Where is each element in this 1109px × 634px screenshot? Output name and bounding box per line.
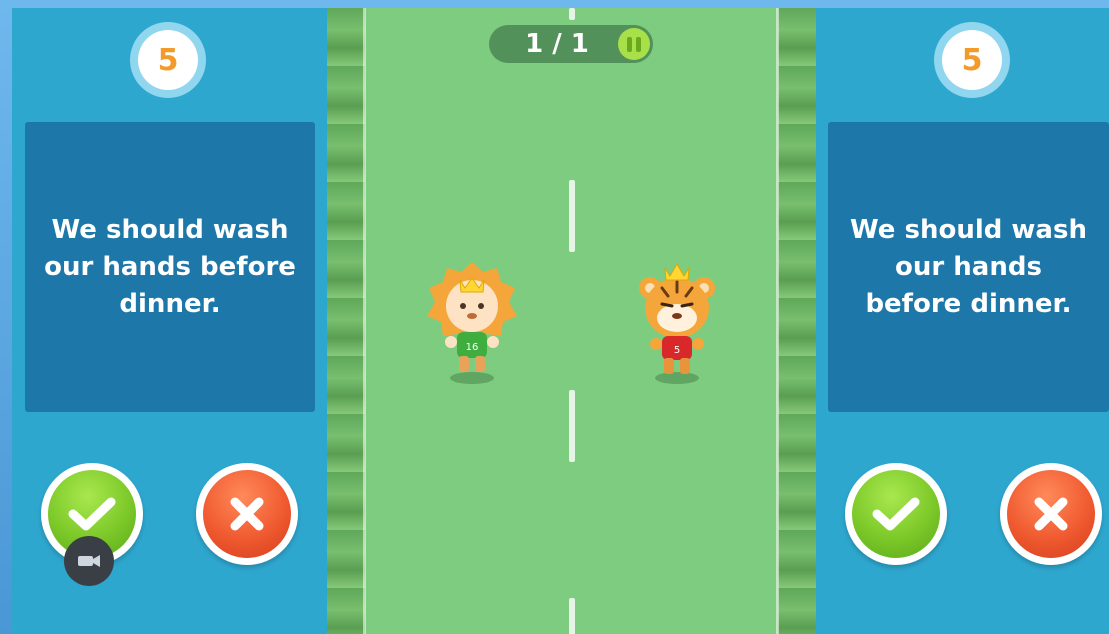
camera-icon [78,555,100,567]
left-player-panel: 5 We should wash our hands before dinner… [12,8,327,634]
right-bushes [778,8,816,634]
left-score-badge: 5 [130,22,206,98]
tiger-player: 5 [639,263,715,384]
right-player-panel: 5 We should wash our hands before dinner… [816,8,1109,634]
check-icon [68,497,116,531]
race-track: 1 / 1 16 5 [327,8,816,634]
game-screen: 5 We should wash our hands before dinner… [0,0,1109,634]
pause-button[interactable] [618,28,650,60]
center-dash [569,390,575,462]
right-true-button[interactable] [845,463,947,565]
check-icon [872,497,920,531]
cross-icon [1034,497,1068,531]
floating-overlay-button[interactable] [64,536,114,586]
right-question-text: We should wash our hands before dinner. [850,214,1087,319]
center-dash [569,180,575,252]
lion-jersey-number: 16 [466,342,479,353]
right-score-badge: 5 [934,22,1010,98]
left-score: 5 [138,30,198,90]
left-false-button[interactable] [196,463,298,565]
left-question-card: We should wash our hands before dinner. [25,122,315,412]
round-progress: 1 / 1 [489,25,653,63]
left-bushes [327,8,365,634]
center-dash [569,598,575,634]
right-score: 5 [942,30,1002,90]
left-question-text: We should wash our hands before dinner. [44,214,296,319]
right-question-card: We should wash our hands before dinner. [828,122,1109,412]
right-false-button[interactable] [1000,463,1102,565]
center-dash [569,8,575,20]
tiger-jersey-number: 5 [674,345,680,356]
round-progress-text: 1 / 1 [525,29,589,59]
track-line-left [363,8,366,634]
track-line-right [776,8,779,634]
lion-player: 16 [427,262,517,384]
pause-icon [627,36,632,52]
cross-icon [230,497,264,531]
